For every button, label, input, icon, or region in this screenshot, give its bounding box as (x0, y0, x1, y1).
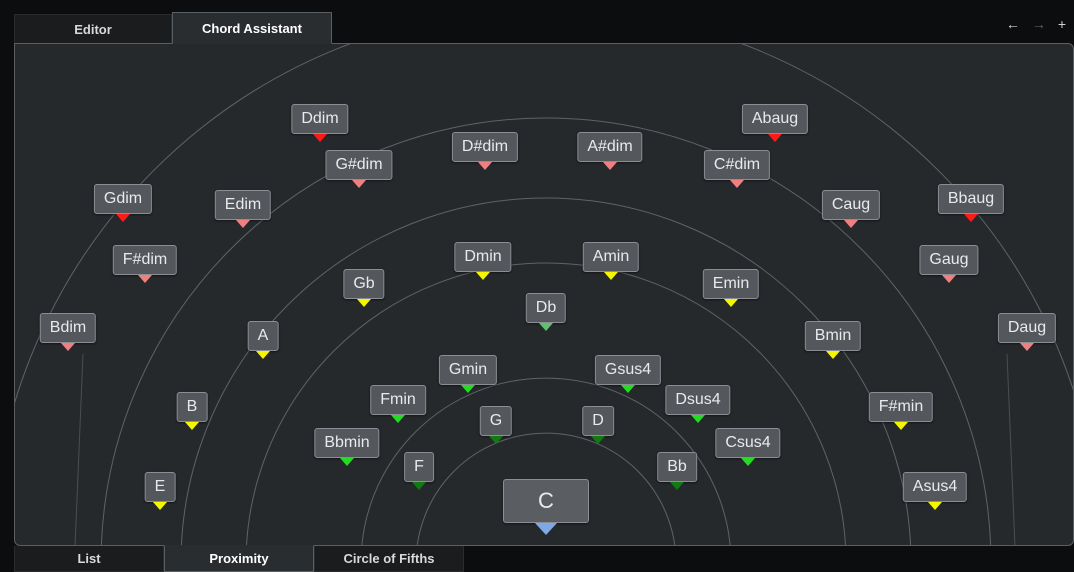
guide-line (74, 353, 84, 545)
chord-marker (185, 422, 199, 430)
chord-marker (604, 272, 618, 280)
chord-chip[interactable]: Db (525, 293, 567, 323)
arrow-right-icon[interactable]: → (1032, 16, 1046, 32)
chord-chip[interactable]: Daug (997, 313, 1057, 343)
chord-chip[interactable]: Bdim (39, 313, 97, 343)
chord-chip[interactable]: Bbaug (937, 184, 1005, 214)
chord-marker (621, 385, 635, 393)
chord-marker (724, 299, 738, 307)
chord-marker (964, 214, 978, 222)
chord-marker (691, 415, 705, 423)
top-icon-group: ← → + (1006, 16, 1066, 32)
chord-marker (826, 351, 840, 359)
chord-chip[interactable]: Emin (702, 269, 760, 299)
top-tab-bar: Editor Chord Assistant ← → + (0, 0, 1074, 44)
chord-marker (340, 458, 354, 466)
chord-chip[interactable]: Csus4 (715, 428, 781, 458)
chord-marker (236, 220, 250, 228)
chord-chip[interactable]: Bmin (804, 321, 862, 351)
chord-marker (942, 275, 956, 283)
chord-chip[interactable]: Gdim (93, 184, 153, 214)
tab-proximity[interactable]: Proximity (164, 545, 314, 572)
chord-chip[interactable]: Gsus4 (594, 355, 662, 385)
chord-marker (489, 436, 503, 444)
tab-chord-assistant[interactable]: Chord Assistant (172, 12, 332, 44)
chord-marker (539, 323, 553, 331)
chord-marker (352, 180, 366, 188)
chord-marker (116, 214, 130, 222)
chord-chip[interactable]: Fmin (370, 385, 426, 415)
center-chord-chip[interactable]: C (503, 479, 589, 523)
guide-line (1006, 353, 1016, 545)
chord-marker (391, 415, 405, 423)
chord-chip[interactable]: E (144, 472, 176, 502)
chord-marker (461, 385, 475, 393)
proximity-panel: Ddim Abaug Gdim Bbaug G#dim D#dim A#dim C#dim Ed… (14, 43, 1074, 546)
chord-marker (730, 180, 744, 188)
chord-chip[interactable]: F#min (868, 392, 934, 422)
tab-list[interactable]: List (14, 546, 164, 572)
chord-chip[interactable]: Gmin (438, 355, 498, 385)
chord-marker (1020, 343, 1034, 351)
chord-marker (894, 422, 908, 430)
chord-marker (256, 351, 270, 359)
plus-icon[interactable]: + (1058, 16, 1066, 32)
chord-chip[interactable]: Gb (343, 269, 385, 299)
chord-chip[interactable]: Bbmin (314, 428, 380, 458)
chord-marker (591, 436, 605, 444)
chord-chip[interactable]: C#dim (703, 150, 771, 180)
chord-marker (478, 162, 492, 170)
chord-chip[interactable]: Ddim (291, 104, 349, 134)
chord-marker (357, 299, 371, 307)
chord-marker (61, 343, 75, 351)
arrow-left-icon[interactable]: ← (1006, 16, 1020, 32)
chord-marker (313, 134, 327, 142)
chord-chip[interactable]: Abaug (741, 104, 809, 134)
chord-chip[interactable]: B (176, 392, 208, 422)
chord-marker (670, 482, 684, 490)
tab-editor[interactable]: Editor (14, 14, 172, 44)
chord-chip[interactable]: D (582, 406, 614, 436)
chord-chip[interactable]: A (247, 321, 279, 351)
chord-marker (741, 458, 755, 466)
chord-marker (928, 502, 942, 510)
chord-chip[interactable]: A#dim (577, 132, 643, 162)
chord-chip[interactable]: Caug (821, 190, 881, 220)
center-chord-marker (535, 523, 557, 535)
chord-marker (844, 220, 858, 228)
chord-marker (476, 272, 490, 280)
tab-circle-of-fifths[interactable]: Circle of Fifths (314, 546, 464, 572)
chord-chip[interactable]: G (479, 406, 513, 436)
chord-chip[interactable]: Dmin (454, 242, 512, 272)
chord-marker (138, 275, 152, 283)
chord-marker (768, 134, 782, 142)
chord-chip[interactable]: Edim (214, 190, 272, 220)
chord-chip[interactable]: D#dim (451, 132, 519, 162)
chord-chip[interactable]: Dsus4 (665, 385, 731, 415)
chord-chip[interactable]: Bb (657, 452, 697, 482)
chord-chip[interactable]: F#dim (112, 245, 178, 275)
chord-chip[interactable]: F (404, 452, 434, 482)
chord-chip[interactable]: G#dim (325, 150, 393, 180)
bottom-tab-bar: List Proximity Circle of Fifths (0, 545, 1074, 572)
chord-chip[interactable]: Gaug (919, 245, 979, 275)
chord-marker (153, 502, 167, 510)
chord-chip[interactable]: Asus4 (902, 472, 968, 502)
chord-marker (412, 482, 426, 490)
chord-chip[interactable]: Amin (582, 242, 640, 272)
chord-marker (603, 162, 617, 170)
